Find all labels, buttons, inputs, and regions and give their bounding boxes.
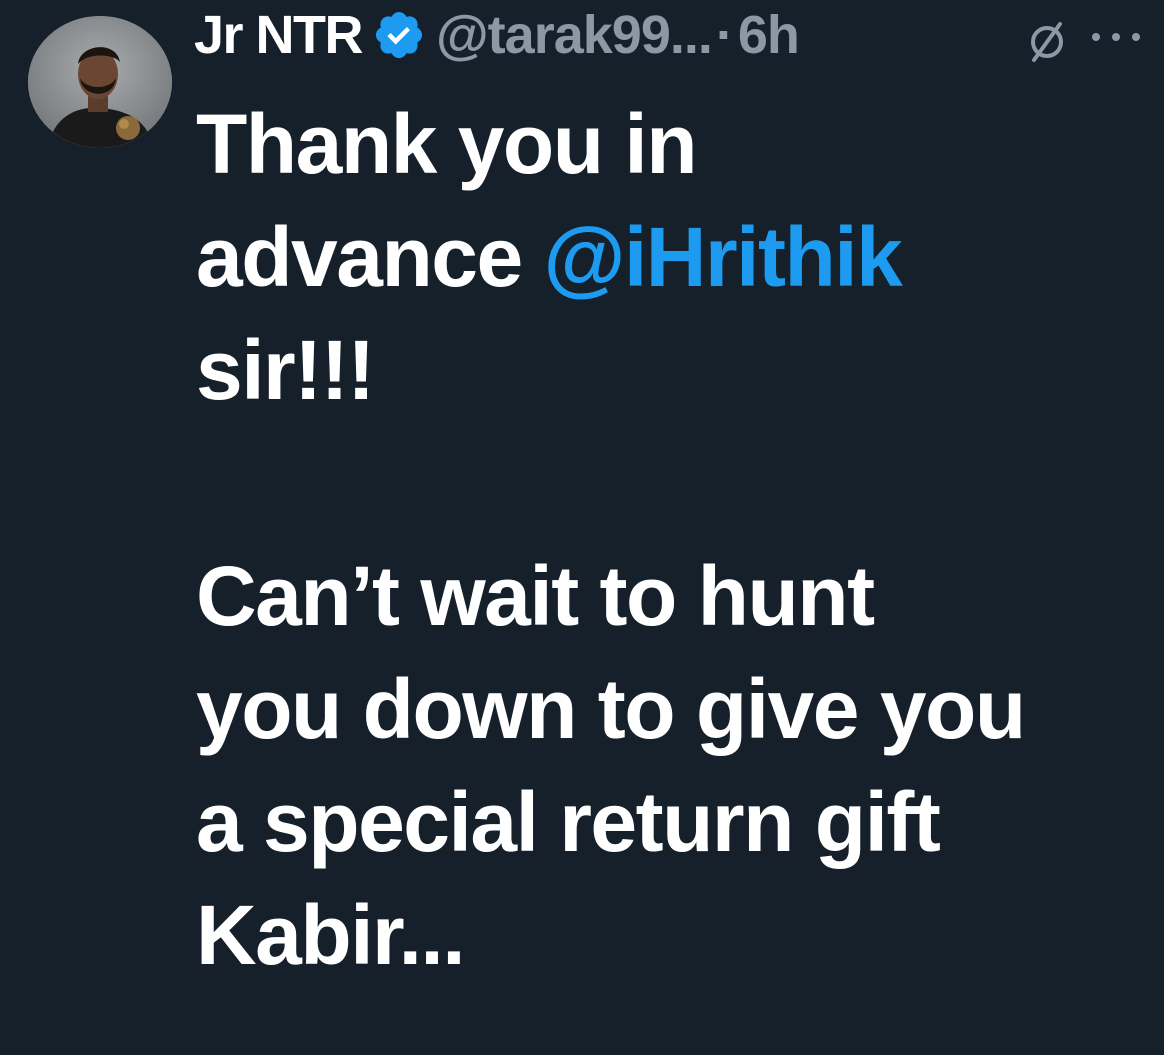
- display-name[interactable]: Jr NTR: [194, 4, 364, 66]
- tweet-line: a special return gift: [196, 775, 941, 869]
- tweet-text: Thank you in advance @iHrithik sir!!! Ca…: [196, 88, 1146, 992]
- mention-link[interactable]: @iHrithik: [544, 210, 903, 304]
- tweet-card[interactable]: Jr NTR @tarak99... · 6h Thank you in adv…: [0, 0, 1164, 1055]
- tweet-header: Jr NTR @tarak99... · 6h: [194, 0, 800, 70]
- tweet-line: you down to give you: [196, 662, 1026, 756]
- slash-circle-icon[interactable]: [1024, 18, 1070, 64]
- verified-badge-icon[interactable]: [372, 8, 426, 62]
- tweet-text-segment: advance: [196, 210, 544, 304]
- line-break: [196, 427, 1146, 540]
- tweet-line: Kabir...: [196, 888, 466, 982]
- tweet-line: advance @iHrithik: [196, 201, 1146, 314]
- tweet-line: sir!!!: [196, 323, 375, 417]
- tweet-line: Can’t wait to hunt: [196, 549, 875, 643]
- avatar-image: [28, 16, 172, 148]
- avatar[interactable]: [28, 16, 172, 148]
- more-options-icon[interactable]: [1086, 22, 1146, 52]
- handle[interactable]: @tarak99...: [436, 4, 713, 66]
- separator-dot: ·: [715, 5, 734, 65]
- timestamp[interactable]: 6h: [738, 4, 800, 66]
- tweet-line: Thank you in: [196, 97, 698, 191]
